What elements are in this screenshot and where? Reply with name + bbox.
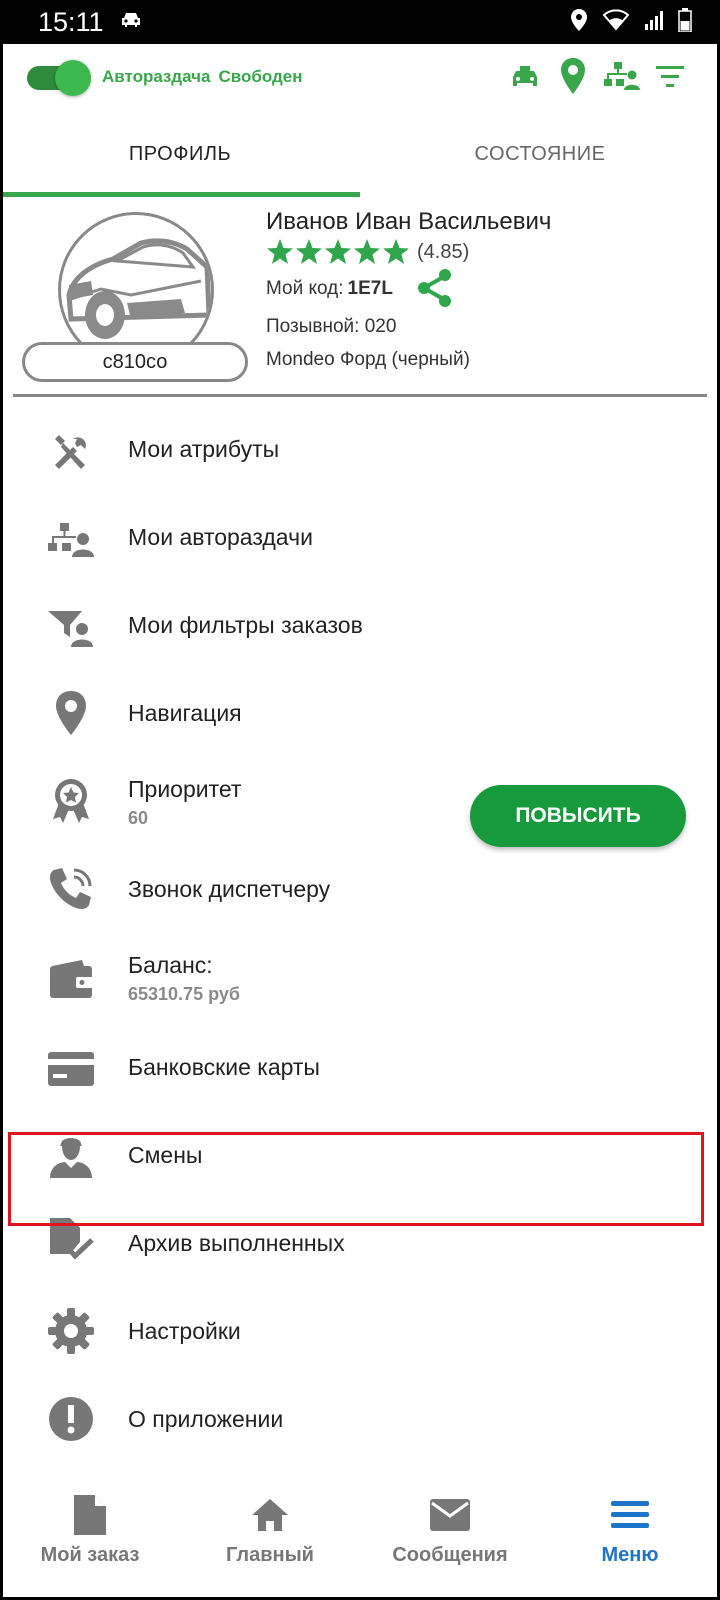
menu-list: Мои атрибуты Мои автораздачи Мои фильтры… xyxy=(0,398,720,1450)
menu-item-order-filters[interactable]: Мои фильтры заказов xyxy=(0,582,720,672)
phone-ring-icon xyxy=(48,866,94,912)
menu-label-navigation: Навигация xyxy=(128,700,242,726)
wifi-icon xyxy=(602,8,630,36)
signal-icon xyxy=(644,10,664,35)
filter-icon[interactable] xyxy=(656,66,684,93)
nav-label-home: Главный xyxy=(226,1544,314,1566)
filter-user-icon xyxy=(48,604,94,650)
rating-stars: (4.85) xyxy=(266,238,469,266)
menu-label-priority: Приоритет xyxy=(128,776,242,802)
nav-label-messages: Сообщения xyxy=(392,1544,508,1566)
menu-icon xyxy=(611,1492,649,1538)
menu-label-about: О приложении xyxy=(128,1406,284,1432)
code-value: 1E7L xyxy=(347,278,393,299)
driver-code: Мой код: 1E7L xyxy=(266,278,393,300)
tab-profile[interactable]: ПРОФИЛЬ xyxy=(0,110,360,198)
profile-divider xyxy=(13,394,707,397)
wallet-icon xyxy=(48,956,94,1002)
menu-item-balance[interactable]: Баланс: 65310.75 руб xyxy=(0,936,720,1022)
menu-item-navigation[interactable]: Навигация xyxy=(0,670,720,760)
nav-label-menu: Меню xyxy=(601,1544,659,1566)
callsign: Позывной: 020 xyxy=(266,316,397,337)
bottom-navigation: Мой заказ Главный Сообщения Меню xyxy=(0,1478,720,1600)
tab-state[interactable]: СОСТОЯНИЕ xyxy=(360,110,720,198)
menu-label-balance: Баланс: xyxy=(128,952,213,978)
menu-item-about[interactable]: О приложении xyxy=(0,1376,720,1450)
dispatch-user-icon xyxy=(48,516,94,562)
profile-card: с810со Иванов Иван Васильевич (4.85) Мой… xyxy=(0,198,720,398)
menu-item-bank-cards[interactable]: Банковские карты xyxy=(0,1024,720,1114)
nav-home[interactable]: Главный xyxy=(200,1478,340,1600)
auto-dispatch-toggle[interactable] xyxy=(27,60,91,96)
menu-item-auto-dispatch[interactable]: Мои автораздачи xyxy=(0,494,720,584)
top-bar: Авторaздача Свободен xyxy=(0,44,720,110)
menu-label-bank-cards: Банковские карты xyxy=(128,1054,320,1080)
menu-label-call-dispatcher: Звонок диспетчеру xyxy=(128,876,331,902)
home-icon xyxy=(250,1492,290,1538)
menu-label-order-filters: Мои фильтры заказов xyxy=(128,612,363,638)
info-icon xyxy=(48,1396,94,1442)
priority-value: 60 xyxy=(128,808,149,828)
menu-label-settings: Настройки xyxy=(128,1318,241,1344)
tab-bar: ПРОФИЛЬ СОСТОЯНИЕ xyxy=(0,110,720,198)
nav-my-order[interactable]: Мой заказ xyxy=(20,1478,160,1600)
menu-item-settings[interactable]: Настройки xyxy=(0,1288,720,1378)
driver-status: Авторaздача Свободен xyxy=(102,67,303,87)
menu-item-call-dispatcher[interactable]: Звонок диспетчеру xyxy=(0,846,720,936)
car-description: Mondeo Форд (черный) xyxy=(266,349,470,370)
menu-label-attributes: Мои атрибуты xyxy=(128,436,280,462)
auto-dispatch-label: Авторaздача xyxy=(102,67,211,86)
menu-item-attributes[interactable]: Мои атрибуты xyxy=(0,406,720,496)
status-bar: 15:11 xyxy=(0,0,720,44)
selection-highlight xyxy=(8,1132,704,1226)
map-pin-icon[interactable] xyxy=(560,58,586,99)
nav-label-my-order: Мой заказ xyxy=(40,1544,140,1566)
balance-value: 65310.75 руб xyxy=(128,984,240,1004)
menu-label-auto-dispatch: Мои автораздачи xyxy=(128,524,313,550)
credit-card-icon xyxy=(48,1046,94,1092)
state-label: Свободен xyxy=(218,67,303,86)
map-pin-icon xyxy=(48,690,94,736)
envelope-icon xyxy=(430,1492,470,1538)
driver-name: Иванов Иван Васильевич xyxy=(266,208,552,235)
share-icon[interactable] xyxy=(416,268,454,313)
raise-priority-button[interactable]: ПОВЫСИТЬ xyxy=(470,785,686,847)
nav-menu[interactable]: Меню xyxy=(560,1478,700,1600)
location-icon xyxy=(570,8,588,36)
car-icon xyxy=(120,11,142,34)
battery-icon xyxy=(678,7,692,37)
tools-icon xyxy=(48,428,94,474)
status-time: 15:11 xyxy=(38,6,104,37)
rating-value: (4.85) xyxy=(417,240,470,263)
active-tab-indicator xyxy=(0,192,360,197)
dispatch-tree-icon[interactable] xyxy=(604,60,640,97)
code-label: Мой код: xyxy=(266,278,344,299)
menu-label-archive: Архив выполненных xyxy=(128,1230,345,1256)
star-rating-icon xyxy=(267,239,409,264)
document-icon xyxy=(74,1492,106,1538)
gear-icon xyxy=(48,1308,94,1354)
license-plate: с810со xyxy=(22,342,248,382)
nav-messages[interactable]: Сообщения xyxy=(380,1478,520,1600)
award-icon xyxy=(48,778,94,824)
taxi-icon[interactable] xyxy=(510,60,540,97)
